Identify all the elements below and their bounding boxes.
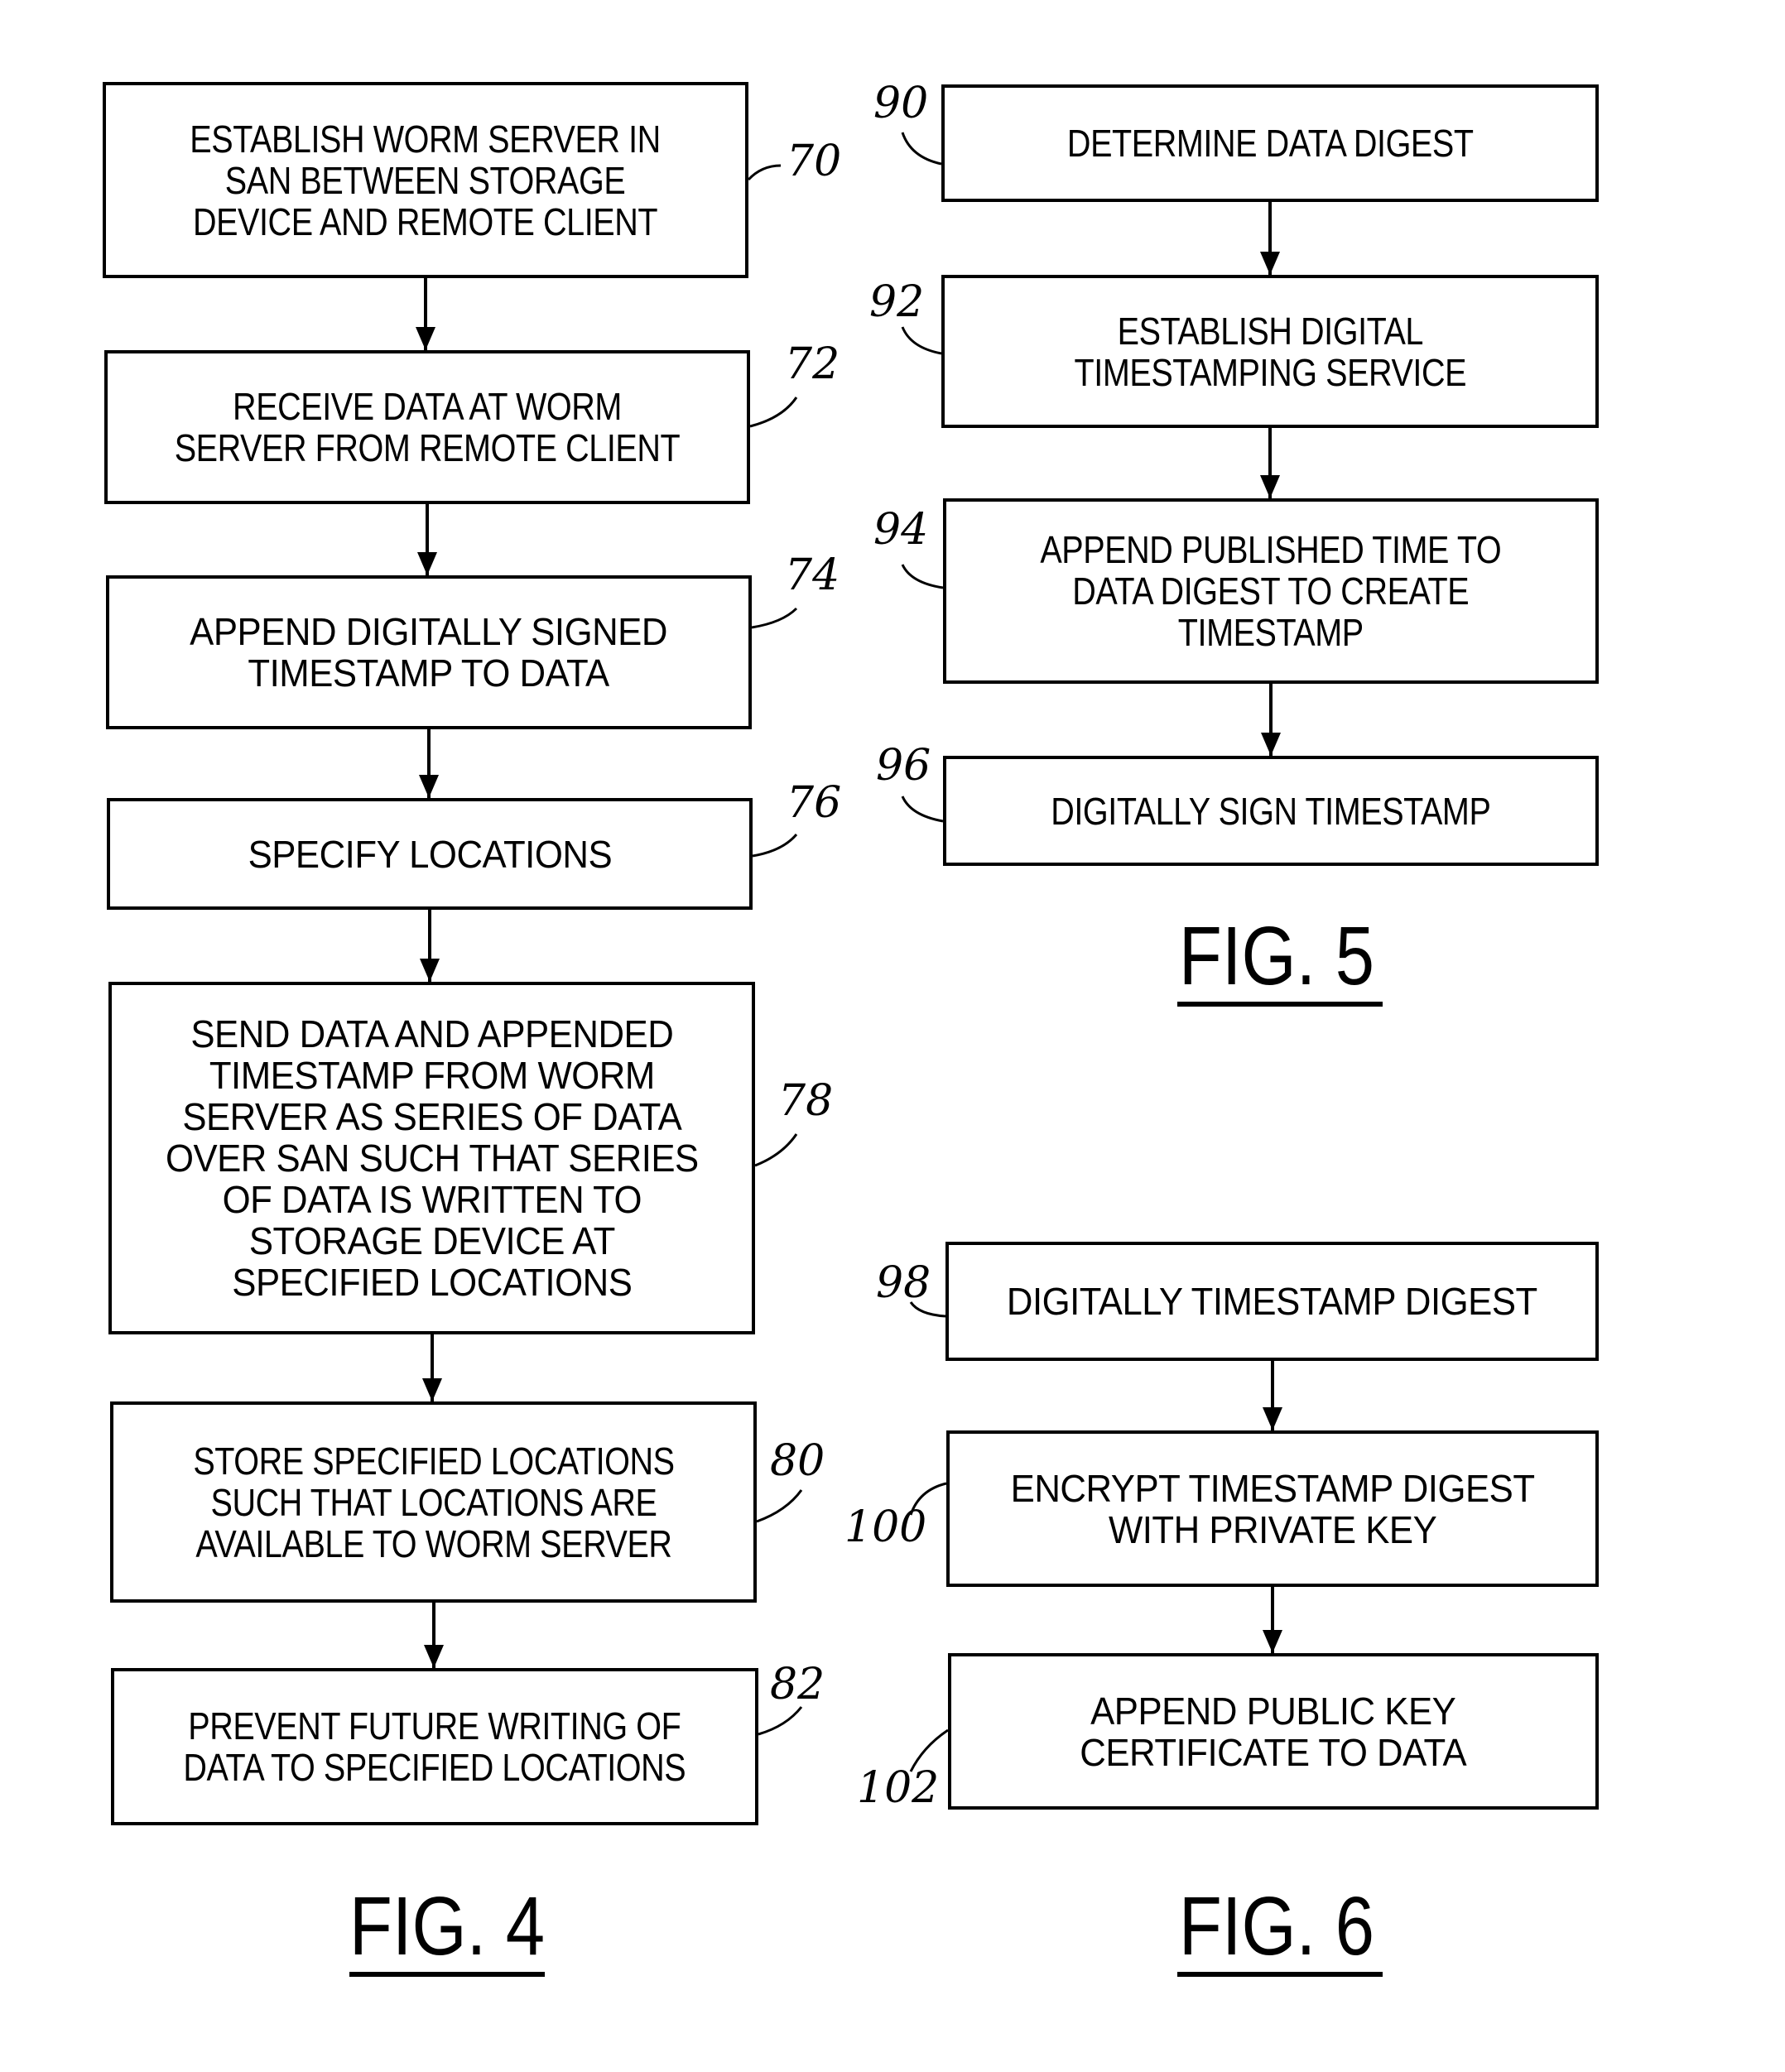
arrowhead-96 xyxy=(1261,733,1281,756)
figure-underline-4 xyxy=(349,1972,545,1977)
step-text-102: APPEND PUBLIC KEY CERTIFICATE TO DATA xyxy=(1080,1689,1467,1774)
leader-70 xyxy=(747,164,782,181)
ref-label-76: 76 xyxy=(787,778,842,828)
arrowhead-92 xyxy=(1260,252,1280,275)
leader-92 xyxy=(901,326,942,355)
leader-78 xyxy=(754,1133,798,1167)
ref-label-102: 102 xyxy=(857,1763,940,1813)
figure-underline-6 xyxy=(1177,1972,1383,1977)
leader-72 xyxy=(749,397,798,428)
step-box-82: PREVENT FUTURE WRITING OF DATA TO SPECIF… xyxy=(111,1668,758,1825)
step-text-72: RECEIVE DATA AT WORM SERVER FROM REMOTE … xyxy=(174,385,681,469)
ref-label-90: 90 xyxy=(873,79,929,128)
leader-90 xyxy=(901,132,942,166)
leader-80 xyxy=(756,1489,803,1523)
step-text-80: STORE SPECIFIED LOCATIONS SUCH THAT LOCA… xyxy=(192,1439,675,1565)
figure-label-5: FIG. 5 xyxy=(1178,910,1375,1002)
step-text-76: SPECIFY LOCATIONS xyxy=(248,832,612,876)
ref-label-100: 100 xyxy=(844,1502,927,1552)
ref-label-98: 98 xyxy=(876,1258,931,1308)
ref-label-70: 70 xyxy=(787,137,842,186)
step-box-80: STORE SPECIFIED LOCATIONS SUCH THAT LOCA… xyxy=(110,1401,757,1603)
step-text-100: ENCRYPT TIMESTAMP DIGEST WITH PRIVATE KE… xyxy=(1010,1466,1535,1551)
figure-label-4: FIG. 4 xyxy=(349,1880,546,1973)
step-box-72: RECEIVE DATA AT WORM SERVER FROM REMOTE … xyxy=(104,350,750,504)
arrowhead-80 xyxy=(422,1378,442,1401)
step-box-70: ESTABLISH WORM SERVER IN SAN BETWEEN STO… xyxy=(103,82,748,278)
arrowhead-76 xyxy=(419,775,439,798)
step-box-90: DETERMINE DATA DIGEST xyxy=(941,84,1599,202)
leader-82 xyxy=(758,1706,803,1736)
ref-label-78: 78 xyxy=(778,1076,834,1126)
ref-label-72: 72 xyxy=(785,339,840,389)
step-text-74: APPEND DIGITALLY SIGNED TIMESTAMP TO DAT… xyxy=(190,610,668,695)
step-box-78: SEND DATA AND APPENDED TIMESTAMP FROM WO… xyxy=(108,982,755,1334)
step-box-74: APPEND DIGITALLY SIGNED TIMESTAMP TO DAT… xyxy=(106,575,752,729)
arrowhead-82 xyxy=(424,1645,444,1668)
ref-label-96: 96 xyxy=(876,741,931,791)
step-text-82: PREVENT FUTURE WRITING OF DATA TO SPECIF… xyxy=(183,1704,686,1789)
figure-label-6: FIG. 6 xyxy=(1178,1880,1375,1973)
arrowhead-74 xyxy=(417,552,437,575)
arrowhead-100 xyxy=(1263,1407,1282,1430)
step-text-96: DIGITALLY SIGN TIMESTAMP xyxy=(1051,789,1491,833)
step-box-100: ENCRYPT TIMESTAMP DIGEST WITH PRIVATE KE… xyxy=(946,1430,1599,1587)
ref-label-94: 94 xyxy=(873,505,929,555)
step-box-94: APPEND PUBLISHED TIME TO DATA DIGEST TO … xyxy=(943,498,1599,684)
leader-94 xyxy=(901,564,944,589)
step-box-92: ESTABLISH DIGITAL TIMESTAMPING SERVICE xyxy=(941,275,1599,428)
ref-label-92: 92 xyxy=(869,277,925,327)
arrowhead-78 xyxy=(420,959,440,982)
step-text-94: APPEND PUBLISHED TIME TO DATA DIGEST TO … xyxy=(1040,528,1502,654)
ref-label-74: 74 xyxy=(785,550,840,600)
step-text-98: DIGITALLY TIMESTAMP DIGEST xyxy=(1007,1280,1537,1323)
step-text-78: SEND DATA AND APPENDED TIMESTAMP FROM WO… xyxy=(165,1012,699,1304)
step-text-92: ESTABLISH DIGITAL TIMESTAMPING SERVICE xyxy=(1074,309,1466,394)
step-box-76: SPECIFY LOCATIONS xyxy=(107,798,753,910)
arrowhead-102 xyxy=(1263,1630,1282,1653)
step-box-98: DIGITALLY TIMESTAMP DIGEST xyxy=(945,1242,1599,1361)
leader-96 xyxy=(901,796,944,823)
leader-76 xyxy=(752,834,798,858)
arrowhead-94 xyxy=(1260,475,1280,498)
step-text-90: DETERMINE DATA DIGEST xyxy=(1066,122,1474,165)
ref-label-80: 80 xyxy=(770,1436,825,1486)
step-text-70: ESTABLISH WORM SERVER IN SAN BETWEEN STO… xyxy=(190,117,662,243)
arrowhead-72 xyxy=(416,327,435,350)
step-box-102: APPEND PUBLIC KEY CERTIFICATE TO DATA xyxy=(948,1653,1599,1810)
leader-74 xyxy=(751,607,798,629)
step-box-96: DIGITALLY SIGN TIMESTAMP xyxy=(943,756,1599,866)
ref-label-82: 82 xyxy=(770,1660,825,1709)
figure-underline-5 xyxy=(1177,1002,1383,1007)
